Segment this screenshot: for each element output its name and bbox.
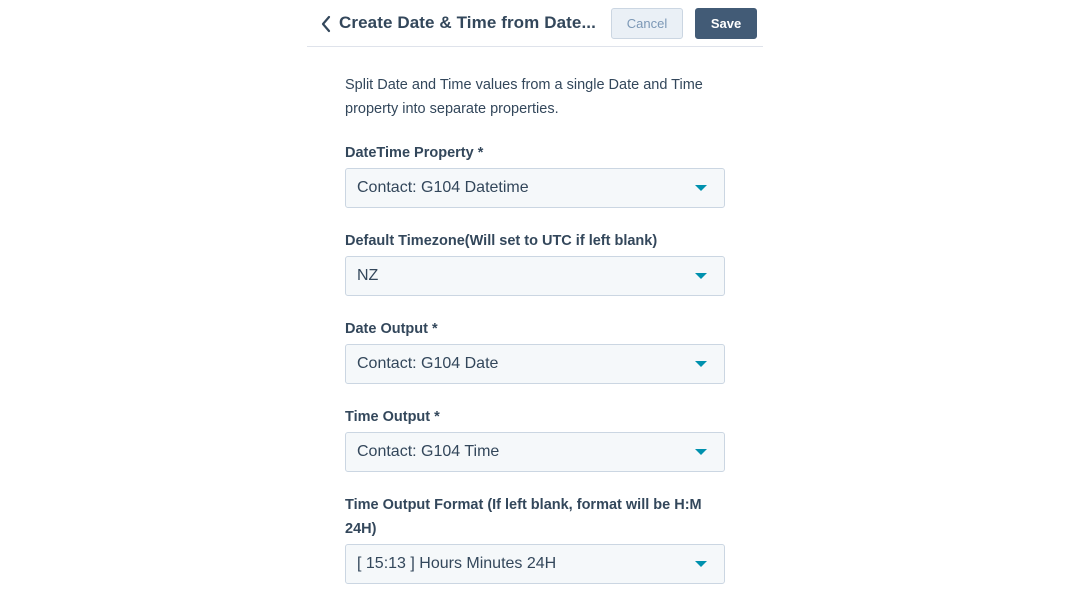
caret-down-icon bbox=[695, 449, 707, 455]
panel-title: Create Date & Time from Date... bbox=[339, 13, 596, 32]
default-timezone-value: NZ bbox=[357, 267, 379, 284]
caret-down-icon bbox=[695, 361, 707, 367]
time-output-label: Time Output * bbox=[345, 409, 440, 425]
caret-down-icon bbox=[695, 273, 707, 279]
panel-header: Create Date & Time from Date... Cancel S… bbox=[307, 0, 763, 47]
time-output-format-value: [ 15:13 ] Hours Minutes 24H bbox=[357, 555, 557, 572]
time-output-format-select[interactable]: [ 15:13 ] Hours Minutes 24H bbox=[345, 544, 725, 584]
action-description: Split Date and Time values from a single… bbox=[345, 77, 703, 117]
chevron-left-icon[interactable] bbox=[319, 14, 333, 34]
cancel-button[interactable]: Cancel bbox=[611, 8, 683, 39]
date-output-label: Date Output * bbox=[345, 321, 438, 337]
date-output-value: Contact: G104 Date bbox=[357, 355, 499, 372]
time-output-select[interactable]: Contact: G104 Time bbox=[345, 432, 725, 472]
default-timezone-select[interactable]: NZ bbox=[345, 256, 725, 296]
caret-down-icon bbox=[695, 185, 707, 191]
datetime-property-value: Contact: G104 Datetime bbox=[357, 179, 529, 196]
default-timezone-label: Default Timezone(Will set to UTC if left… bbox=[345, 233, 658, 249]
save-button[interactable]: Save bbox=[695, 8, 757, 39]
workflow-action-panel: Create Date & Time from Date... Cancel S… bbox=[307, 0, 763, 603]
date-output-select[interactable]: Contact: G104 Date bbox=[345, 344, 725, 384]
datetime-property-label: DateTime Property * bbox=[345, 145, 484, 161]
caret-down-icon bbox=[695, 561, 707, 567]
datetime-property-select[interactable]: Contact: G104 Datetime bbox=[345, 168, 725, 208]
time-output-value: Contact: G104 Time bbox=[357, 443, 500, 460]
time-output-format-label: Time Output Format (If left blank, forma… bbox=[345, 497, 702, 537]
